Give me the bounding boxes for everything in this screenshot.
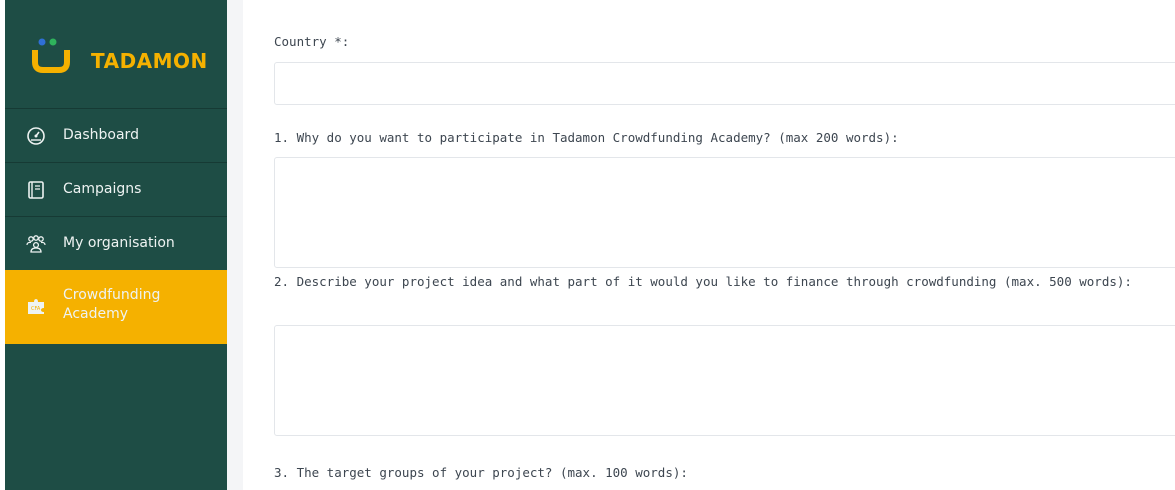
country-select[interactable]: ⌄ [274,62,1175,105]
sidebar-item-dashboard[interactable]: Dashboard [5,108,227,162]
question-1-textarea[interactable] [274,157,1175,268]
sidebar-item-crowdfunding-academy[interactable]: CFA Crowdfunding Academy [5,270,227,344]
sidebar-item-label: Dashboard [63,127,139,143]
country-label: Country *: [274,34,350,49]
tadamon-logo-icon [32,38,70,73]
question-2-textarea[interactable] [274,325,1175,436]
svg-text:CFA: CFA [31,306,41,312]
sidebar-item-label: Campaigns [63,181,142,197]
sidebar-nav: Dashboard Campaigns My organisation CFA … [5,108,227,344]
sidebar-item-my-organisation[interactable]: My organisation [5,216,227,270]
sidebar-item-label: Crowdfunding Academy [63,287,161,322]
question-3-label: 3. The target groups of your project? (m… [274,465,688,480]
sidebar-item-campaigns[interactable]: Campaigns [5,162,227,216]
question-1-label: 1. Why do you want to participate in Tad… [274,130,899,145]
sidebar: TADAMON Dashboard Campaigns My organisat… [5,0,227,490]
brand-name: TADAMON [91,49,208,73]
brand-logo[interactable]: TADAMON [5,0,227,108]
content-gutter [227,0,243,490]
sidebar-item-label: My organisation [63,235,175,251]
question-2-label: 2. Describe your project idea and what p… [274,274,1132,289]
notebook-icon [28,181,44,199]
dashboard-gauge-icon [27,127,45,145]
people-group-icon [26,235,46,253]
academy-puzzle-icon: CFA [28,299,44,314]
application-form: Country *: ⌄ 1. Why do you want to parti… [243,0,1175,490]
